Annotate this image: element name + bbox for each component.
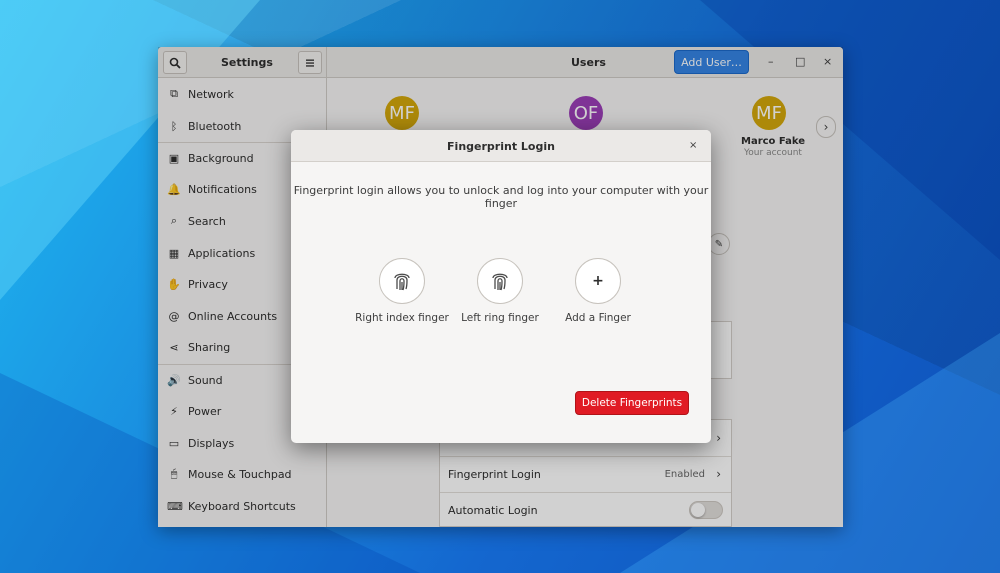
delete-fingerprints-button[interactable]: Delete Fingerprints — [575, 391, 689, 415]
dialog-title: Fingerprint Login — [447, 140, 555, 153]
finger-label: Right index finger — [355, 312, 449, 324]
plus-icon: + — [592, 273, 604, 289]
dialog-header: Fingerprint Login × — [291, 130, 711, 162]
finger-left-ring[interactable]: Left ring finger — [445, 258, 555, 324]
fingerprint-button[interactable] — [379, 258, 425, 304]
add-finger[interactable]: + Add a Finger — [543, 258, 653, 324]
finger-label: Add a Finger — [565, 312, 631, 324]
dialog-description: Fingerprint login allows you to unlock a… — [293, 184, 709, 210]
fingerprint-button[interactable] — [477, 258, 523, 304]
fingerprint-icon — [492, 273, 508, 291]
finger-right-index[interactable]: Right index finger — [347, 258, 457, 324]
close-dialog-button[interactable]: × — [689, 140, 697, 151]
fingerprint-icon — [394, 273, 410, 291]
finger-label: Left ring finger — [461, 312, 539, 324]
fingerprint-login-dialog: Fingerprint Login × Fingerprint login al… — [291, 130, 711, 443]
add-finger-button[interactable]: + — [575, 258, 621, 304]
